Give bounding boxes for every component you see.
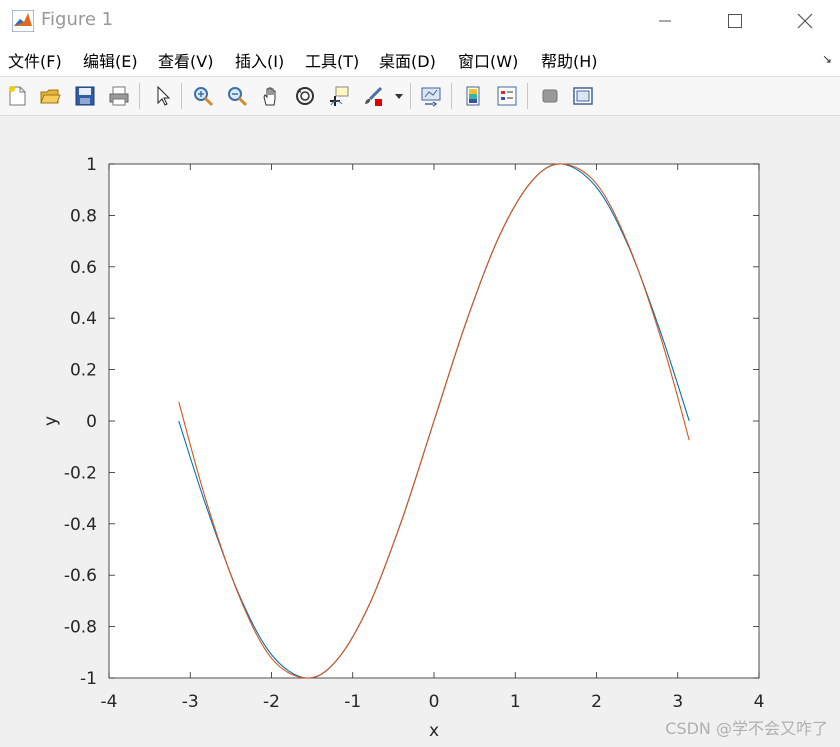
edit-plot-button[interactable] [150,83,176,109]
x-tick-label: 4 [754,692,765,712]
menu-help[interactable]: 帮助(H) [541,48,598,72]
toolbar-separator [451,83,452,109]
link-plot-button[interactable] [418,83,444,109]
minimize-icon [659,20,671,22]
y-tick-label: -0.4 [64,515,97,535]
matlab-logo-icon [12,10,34,32]
close-icon [797,13,813,29]
y-tick-label: 0.4 [70,309,97,329]
x-axis-label: x [429,721,439,741]
maximize-button[interactable] [702,0,768,42]
close-button[interactable] [772,0,838,42]
menu-bar: 文件(F) 编辑(E) 查看(V) 插入(I) 工具(T) 桌面(D) 窗口(W… [0,42,840,76]
zoom-in-icon [194,87,214,107]
brush-dropdown-button[interactable] [392,83,406,109]
toolbar-separator [139,83,140,109]
print-icon [109,86,129,106]
pan-hand-icon [263,87,276,106]
legend-icon [497,86,517,106]
menu-window[interactable]: 窗口(W) [458,48,518,72]
menu-desktop[interactable]: 桌面(D) [379,48,436,72]
brush-icon [365,86,383,106]
toolbar-separator [181,83,182,109]
x-tick-label: 0 [429,692,440,712]
y-tick-label: 1 [86,155,97,175]
hide-plot-tools-button[interactable] [537,83,563,109]
new-figure-button[interactable] [4,83,30,109]
insert-legend-button[interactable] [494,83,520,109]
show-plot-tools-icon [573,87,593,105]
data-cursor-button[interactable] [326,83,352,109]
x-tick-label: -2 [263,692,280,712]
toolbar-separator [527,83,528,109]
save-button[interactable] [72,83,98,109]
insert-colorbar-button[interactable] [460,83,486,109]
colorbar-icon [466,86,480,106]
y-tick-label: -0.2 [64,463,97,483]
data-cursor-icon [330,86,349,106]
rotate-3d-icon [296,87,314,105]
open-folder-icon [40,89,61,104]
figure-plot-area: -4 -3 -2 -1 0 1 2 3 4 -1 -0.8 -0.6 -0.4 -0.2 0 0.2 0.4 0… [41,155,765,741]
window-title: Figure 1 [41,9,114,30]
y-tick-label: -0.8 [64,618,97,638]
x-tick-label: 2 [591,692,602,712]
menu-file[interactable]: 文件(F) [8,48,62,72]
pan-button[interactable] [258,83,284,109]
x-tick-label: -3 [182,692,199,712]
hide-plot-tools-icon [542,89,558,103]
title-bar: Figure 1 [0,0,840,42]
save-icon [75,86,95,106]
x-tick-label: 1 [510,692,521,712]
y-tick-label: 0 [86,412,97,432]
maximize-icon [728,14,742,28]
minimize-button[interactable] [632,0,698,42]
menu-view[interactable]: 查看(V) [158,48,213,72]
rotate-3d-button[interactable] [292,83,318,109]
brush-button[interactable] [360,83,386,109]
y-axis-label: y [41,416,61,426]
watermark-text: CSDN @学不会又咋了 [665,719,828,738]
y-tick-label: 0.2 [70,361,97,381]
toolbar [0,76,840,116]
open-file-button[interactable] [37,83,63,109]
menu-insert[interactable]: 插入(I) [235,48,284,72]
dropdown-arrow-icon [395,94,403,99]
new-figure-icon [9,86,26,106]
toolbar-separator [410,83,411,109]
show-plot-tools-button[interactable] [570,83,596,109]
zoom-out-icon [228,87,248,107]
pointer-icon [157,85,171,106]
menu-edit[interactable]: 编辑(E) [83,48,138,72]
y-tick-label: -0.6 [64,566,97,586]
link-plot-icon [421,87,441,107]
menu-tools[interactable]: 工具(T) [305,48,359,72]
x-tick-label: -4 [101,692,118,712]
print-button[interactable] [106,83,132,109]
y-tick-label: -1 [80,669,97,689]
menu-dock-arrow-icon[interactable]: ↘ [822,52,832,66]
x-tick-label: 3 [672,692,683,712]
x-tick-label: -1 [344,692,361,712]
zoom-in-button[interactable] [190,83,216,109]
y-tick-label: 0.8 [70,206,97,226]
zoom-out-button[interactable] [224,83,250,109]
y-tick-label: 0.6 [70,258,97,278]
